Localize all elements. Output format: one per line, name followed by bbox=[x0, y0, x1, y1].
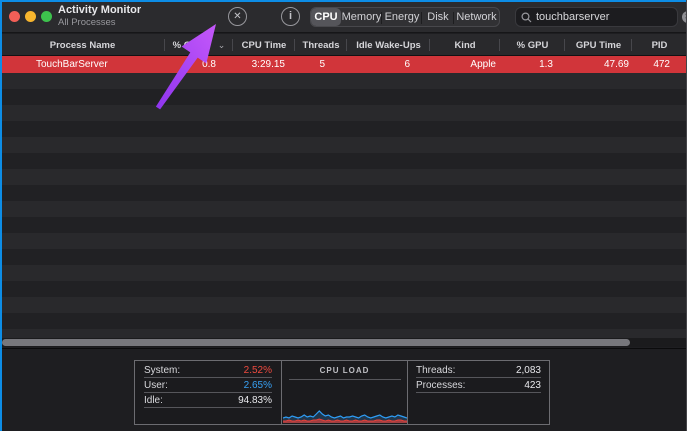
column-header-pid[interactable]: PID bbox=[632, 34, 687, 56]
process-stats-section: Threads: 2,083 Processes: 423 bbox=[408, 361, 549, 424]
sort-indicator-icon: ⌄ bbox=[218, 40, 226, 51]
clear-search-button[interactable]: ✕ bbox=[682, 11, 687, 23]
search-field[interactable]: ✕ bbox=[515, 7, 678, 27]
column-header-threads[interactable]: Threads bbox=[295, 34, 347, 56]
search-input[interactable] bbox=[532, 11, 682, 23]
search-icon bbox=[521, 12, 532, 23]
column-header-gpu-percent[interactable]: % GPU bbox=[500, 34, 565, 56]
cell-process-name: TouchBarServer bbox=[0, 56, 165, 73]
column-header-cpu-percent[interactable]: % CPU⌄ bbox=[165, 34, 233, 56]
tab-cpu[interactable]: CPU bbox=[311, 8, 341, 26]
activity-monitor-window: Activity Monitor All Processes ✕ i ⋯ ⌄ C… bbox=[0, 0, 687, 431]
system-label: System: bbox=[144, 365, 180, 376]
user-value: 2.65% bbox=[244, 380, 272, 391]
stat-row-system: System: 2.52% bbox=[144, 363, 272, 378]
minimize-window-button[interactable] bbox=[25, 11, 36, 22]
cell-idle-wake-ups: 6 bbox=[347, 56, 430, 73]
view-segmented-control: CPU Memory Energy Disk Network bbox=[310, 7, 500, 27]
cell-threads: 5 bbox=[295, 56, 347, 73]
cpu-load-section: CPU LOAD bbox=[282, 361, 408, 424]
tab-network[interactable]: Network bbox=[454, 8, 499, 26]
table-header: Process Name % CPU⌄ CPU Time Threads Idl… bbox=[0, 34, 687, 56]
column-header-idle-wake-ups[interactable]: Idle Wake-Ups bbox=[347, 34, 430, 56]
cell-cpu-percent: 0.8 bbox=[165, 56, 233, 73]
stat-row-threads: Threads: 2,083 bbox=[416, 363, 541, 378]
threads-label: Threads: bbox=[416, 365, 455, 376]
quit-process-icon: ✕ bbox=[233, 12, 241, 22]
window-subtitle: All Processes bbox=[58, 17, 141, 28]
title-bar: Activity Monitor All Processes ✕ i ⋯ ⌄ C… bbox=[0, 0, 687, 33]
stat-row-processes: Processes: 423 bbox=[416, 378, 541, 393]
idle-label: Idle: bbox=[144, 395, 163, 406]
threads-value: 2,083 bbox=[516, 365, 541, 376]
zoom-window-button[interactable] bbox=[41, 11, 52, 22]
processes-value: 423 bbox=[524, 380, 541, 391]
footer-stats-area: System: 2.52% User: 2.65% Idle: 94.83% C… bbox=[0, 349, 687, 431]
cell-kind: Apple bbox=[430, 56, 500, 73]
cell-gpu-percent: 1.3 bbox=[500, 56, 565, 73]
user-label: User: bbox=[144, 380, 168, 391]
cpu-load-title: CPU LOAD bbox=[282, 361, 407, 375]
idle-value: 94.83% bbox=[238, 395, 272, 406]
stat-row-idle: Idle: 94.83% bbox=[144, 393, 272, 408]
screenshot-border-left bbox=[0, 0, 2, 431]
tab-energy[interactable]: Energy bbox=[382, 8, 422, 26]
window-title-block: Activity Monitor All Processes bbox=[58, 4, 141, 29]
cpu-stats-panel: System: 2.52% User: 2.65% Idle: 94.83% C… bbox=[134, 360, 550, 425]
cell-pid: 472 bbox=[632, 56, 687, 73]
info-icon: i bbox=[289, 11, 292, 22]
cell-cpu-time: 3:29.15 bbox=[233, 56, 295, 73]
cell-gpu-time: 47.69 bbox=[565, 56, 632, 73]
stat-row-user: User: 2.65% bbox=[144, 378, 272, 393]
horizontal-scrollbar-thumb[interactable] bbox=[2, 339, 630, 346]
quit-process-button[interactable]: ✕ bbox=[228, 7, 247, 26]
processes-label: Processes: bbox=[416, 380, 465, 391]
cpu-usage-section: System: 2.52% User: 2.65% Idle: 94.83% bbox=[135, 361, 282, 424]
screenshot-border-top bbox=[0, 0, 687, 2]
tab-disk[interactable]: Disk bbox=[422, 8, 454, 26]
system-value: 2.52% bbox=[244, 365, 272, 376]
table-empty-rows bbox=[0, 73, 687, 338]
cpu-load-graph bbox=[283, 405, 407, 423]
window-title: Activity Monitor bbox=[58, 4, 141, 17]
tab-memory[interactable]: Memory bbox=[341, 8, 382, 26]
column-header-kind[interactable]: Kind bbox=[430, 34, 500, 56]
inspect-process-button[interactable]: i bbox=[281, 7, 300, 26]
cpu-load-rule bbox=[289, 379, 401, 380]
close-window-button[interactable] bbox=[9, 11, 20, 22]
table-row-touchbarserver[interactable]: TouchBarServer 0.8 3:29.15 5 6 Apple 1.3… bbox=[0, 56, 687, 73]
column-header-cpu-time[interactable]: CPU Time bbox=[233, 34, 295, 56]
column-header-process-name[interactable]: Process Name bbox=[0, 34, 165, 56]
column-header-gpu-time[interactable]: GPU Time bbox=[565, 34, 632, 56]
